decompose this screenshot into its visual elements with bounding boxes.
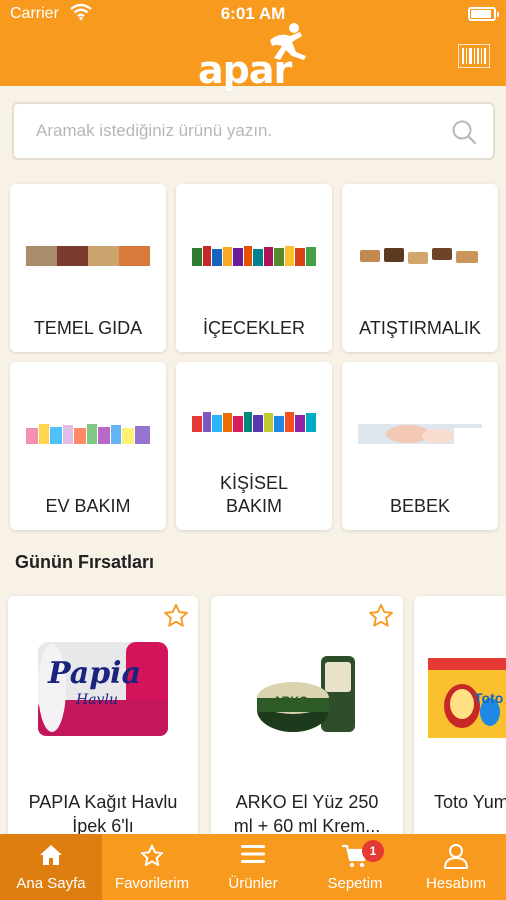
category-tile-atistirmalik[interactable]: ATIŞTIRMALIK	[342, 184, 498, 352]
home-icon	[40, 845, 62, 865]
favorite-star-icon[interactable]	[162, 602, 190, 630]
tab-sepetim[interactable]: 1 Sepetim	[304, 834, 406, 900]
barcode-scan-icon[interactable]	[458, 44, 490, 68]
tab-label: Favorilerim	[114, 875, 190, 892]
tab-label: Ürünler	[228, 875, 278, 892]
category-image-legumes	[26, 246, 150, 266]
tab-favorilerim[interactable]: Favorilerim	[102, 834, 202, 900]
category-image-drinks	[192, 246, 316, 266]
cart-badge: 1	[362, 840, 384, 862]
product-brand: ARKO	[273, 694, 309, 708]
category-label: TEMEL GIDA	[33, 318, 143, 338]
product-card[interactable]: Toto Toto Yum	[414, 596, 506, 846]
running-man-icon	[270, 23, 306, 60]
tab-label: Ana Sayfa	[16, 875, 86, 892]
category-label: ATIŞTIRMALIK	[359, 318, 481, 338]
category-label: KİŞİSEL	[219, 473, 289, 493]
tab-urunler[interactable]: Ürünler	[202, 834, 304, 900]
category-image-baby	[358, 424, 482, 444]
search-box[interactable]	[12, 102, 495, 160]
product-name: Toto Yum	[434, 790, 506, 814]
category-image-personal-care	[192, 412, 316, 432]
product-card[interactable]: Papia Havlu PAPIA Kağıt Havlu İpek 6'lı	[8, 596, 198, 846]
product-name: ARKO El Yüz 250 ml + 60 ml Krem...	[217, 790, 397, 838]
tab-ana-sayfa[interactable]: Ana Sayfa	[0, 834, 102, 900]
deals-section-title: Günün Fırsatları	[15, 552, 155, 572]
star-icon	[140, 844, 164, 866]
tab-label: Sepetim	[327, 875, 383, 892]
search-input[interactable]	[14, 104, 493, 158]
category-label: EV BAKIM	[45, 496, 131, 516]
product-name-line: ARKO El Yüz 250	[235, 792, 379, 812]
product-brand: Papia	[48, 656, 142, 691]
battery-icon	[468, 7, 499, 21]
app-header: Carrier 6:01 AM apar	[0, 0, 506, 92]
status-time: 6:01 AM	[220, 4, 286, 23]
category-tile-ev-bakim[interactable]: EV BAKIM	[10, 362, 166, 530]
apar-logo: apar	[198, 22, 308, 92]
category-label: BEBEK	[389, 496, 451, 516]
category-tile-kisisel-bakim[interactable]: KİŞİSEL BAKIM	[176, 362, 332, 530]
user-icon	[443, 844, 469, 869]
tab-label: Hesabım	[425, 875, 487, 892]
favorite-star-icon[interactable]	[367, 602, 395, 630]
category-label: BAKIM	[225, 496, 282, 516]
category-image-household	[26, 424, 150, 444]
product-card[interactable]: ARKO ARKO El Yüz 250 ml + 60 ml Krem...	[211, 596, 403, 846]
product-subbrand: Havlu	[76, 692, 118, 708]
search-icon[interactable]	[451, 119, 477, 145]
bottom-tab-bar: Ana Sayfa Favorilerim Ürünler 1 Sepetim …	[0, 834, 506, 900]
category-tile-temel-gida[interactable]: TEMEL GIDA	[10, 184, 166, 352]
category-tile-bebek[interactable]: BEBEK	[342, 362, 498, 530]
category-label: İÇECEKLER	[202, 318, 306, 338]
product-brand: Toto	[474, 690, 504, 706]
product-name-line: PAPIA Kağıt Havlu	[28, 792, 178, 812]
tab-hesabim[interactable]: Hesabım	[406, 834, 506, 900]
category-image-snacks	[360, 248, 478, 264]
menu-icon	[241, 845, 265, 863]
product-name-line: Toto Yum	[434, 792, 506, 812]
category-tile-icecekler[interactable]: İÇECEKLER	[176, 184, 332, 352]
product-name: PAPIA Kağıt Havlu İpek 6'lı	[14, 790, 192, 838]
